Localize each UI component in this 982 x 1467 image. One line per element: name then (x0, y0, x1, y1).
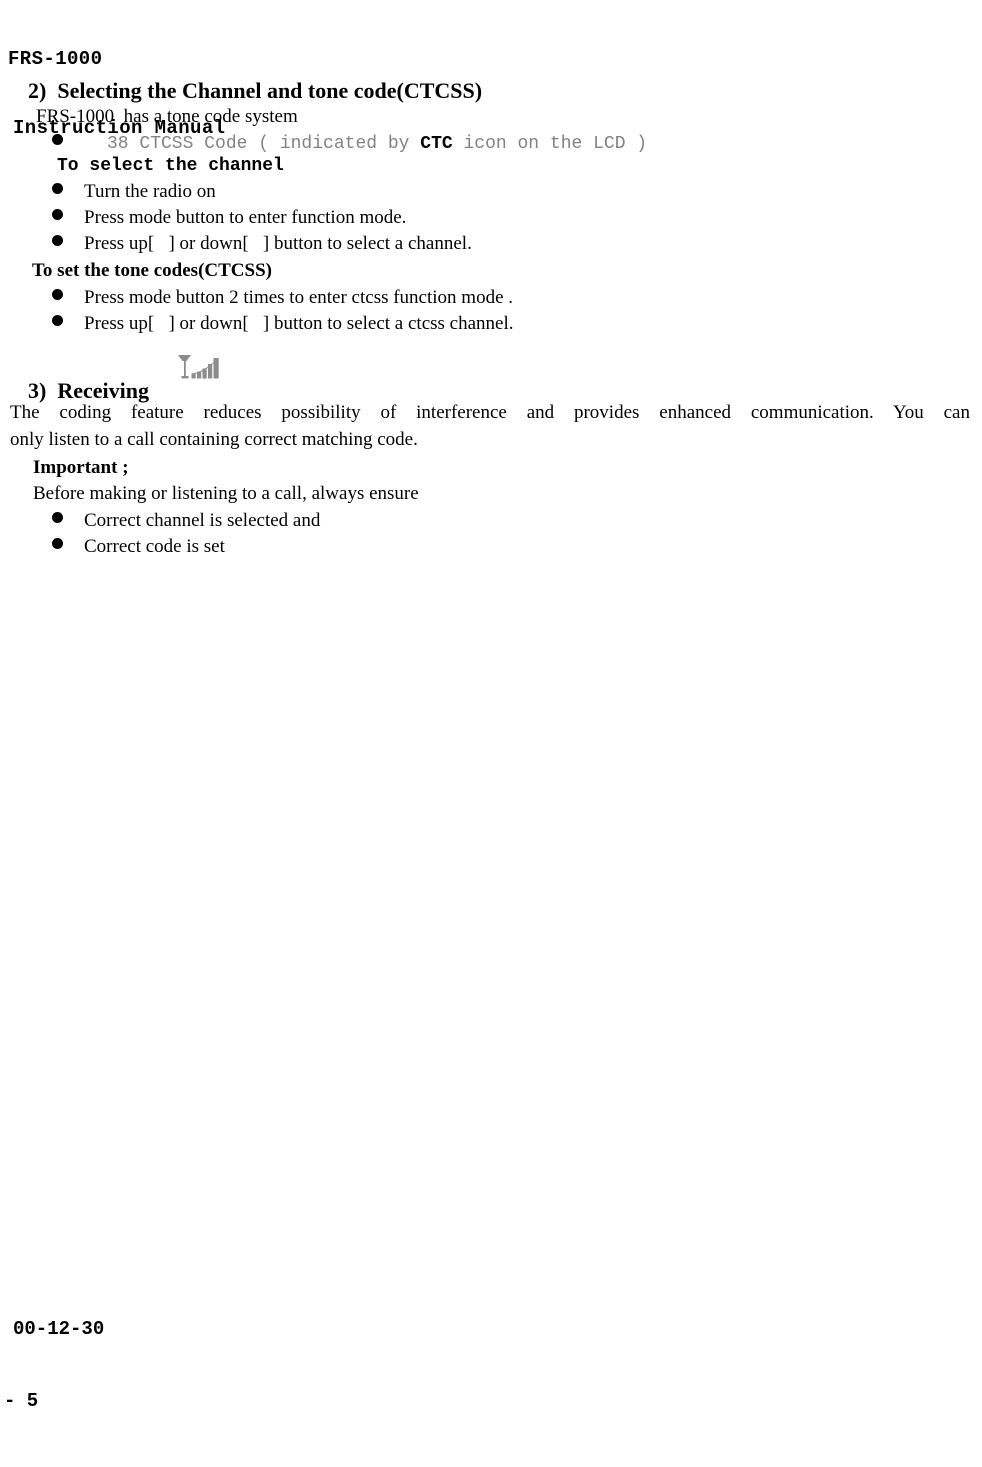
footer-date: 00-12-30 (13, 1318, 105, 1340)
important-heading: Important ; (33, 457, 129, 478)
receiving-paragraph: The coding feature reduces possibility o… (10, 399, 970, 453)
list-item-label: Press up[ ] or down[ ] button to select … (84, 233, 472, 254)
section-2-number: 2) (28, 78, 47, 103)
list-item: Press up[ ] or down[ ] button to select … (52, 231, 472, 257)
sub-heading-set-tone-codes: To set the tone codes(CTCSS) (32, 260, 272, 281)
manual-page: FRS-1000 Instruction Manual 2) Selecting … (0, 0, 982, 1467)
paragraph-line-1: The coding feature reduces possibility o… (10, 402, 970, 423)
list-item: Press mode button 2 times to enter ctcss… (52, 285, 513, 311)
important-intro: Before making or listening to a call, al… (33, 483, 419, 504)
tone-code-intro: FRS-1000 has a tone code system (36, 106, 298, 127)
paragraph-line-2: only listen to a call containing correct… (10, 429, 418, 450)
signal-strength-icon (176, 352, 230, 386)
list-item-label: Press up[ ] or down[ ] button to select … (84, 313, 514, 334)
sub-heading-select-channel: To select the channel (57, 156, 284, 176)
bullet-icon (52, 538, 63, 549)
list-item: Correct channel is selected and (52, 508, 320, 534)
bullet-icon (52, 134, 63, 145)
list-item: Press mode button to enter function mode… (52, 205, 406, 231)
bullet-icon (52, 183, 63, 194)
ctcss-suffix: icon on the LCD ) (452, 134, 648, 154)
list-item-label: Correct code is set (84, 536, 225, 557)
list-item-label: Press mode button to enter function mode… (84, 207, 407, 228)
bullet-icon (52, 315, 63, 326)
list-item-label: Press mode button 2 times to enter ctcss… (84, 287, 514, 308)
page-footer: 00-12-30 - 5 (4, 1269, 104, 1461)
list-item: Press up[ ] or down[ ] button to select … (52, 311, 514, 337)
bullet-icon (52, 209, 63, 220)
list-item-label: Turn the radio on (84, 181, 216, 202)
section-2-title: Selecting the Channel and tone code(CTCS… (57, 78, 483, 103)
ctcss-emphasis: CTC (420, 134, 453, 154)
bullet-icon (52, 512, 63, 523)
list-item-label: Correct channel is selected and (84, 510, 321, 531)
footer-page-number: - 5 (4, 1390, 39, 1412)
ctcss-prefix: 38 CTCSS Code ( indicated by (107, 134, 421, 154)
list-item: Correct code is set (52, 534, 225, 560)
bullet-icon (52, 289, 63, 300)
list-item: Turn the radio on (52, 179, 216, 205)
bullet-icon (52, 235, 63, 246)
